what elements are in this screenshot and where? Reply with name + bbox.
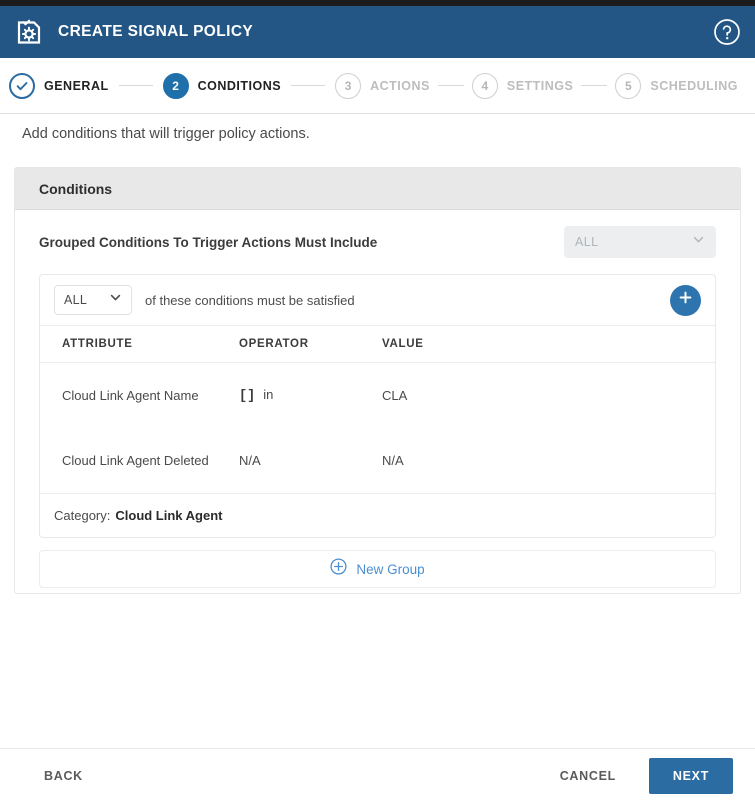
wizard-footer: BACK CANCEL NEXT	[0, 749, 755, 802]
column-header-value: VALUE	[382, 338, 424, 350]
column-header-operator: OPERATOR	[239, 338, 309, 350]
step-settings[interactable]: 4 SETTINGS	[471, 72, 574, 99]
app-header: CREATE SIGNAL POLICY	[0, 6, 755, 58]
chevron-down-icon	[692, 233, 705, 251]
step-actions-bubble: 3	[335, 72, 362, 99]
conditions-card: Conditions Grouped Conditions To Trigger…	[14, 167, 741, 594]
step-settings-bubble: 4	[471, 72, 498, 99]
step-actions[interactable]: 3 ACTIONS	[335, 72, 430, 99]
step-connector	[118, 85, 153, 86]
condition-group: ALL of these conditions must be satisfie…	[39, 274, 716, 538]
column-header-attribute: ATTRIBUTE	[62, 338, 133, 350]
brackets-icon: []	[239, 389, 256, 404]
cell-value: CLA	[382, 388, 408, 403]
instruction-text: Add conditions that will trigger policy …	[22, 126, 310, 142]
step-scheduling-bubble: 5	[615, 72, 642, 99]
cancel-button[interactable]: CANCEL	[560, 769, 616, 783]
step-actions-label: ACTIONS	[370, 78, 430, 93]
back-button[interactable]: BACK	[44, 769, 83, 783]
cell-operator-text: in	[263, 387, 274, 402]
group-match-text: of these conditions must be satisfied	[145, 292, 355, 308]
table-row[interactable]: Cloud Link Agent Deleted N/A N/A	[40, 428, 715, 493]
cell-attribute: Cloud Link Agent Name	[62, 388, 199, 403]
plus-circle-icon	[330, 558, 347, 580]
policy-gear-document-icon	[14, 17, 44, 47]
chevron-down-icon	[109, 291, 122, 309]
step-connector	[581, 85, 608, 86]
step-conditions-label: CONDITIONS	[197, 78, 282, 93]
conditions-table: ATTRIBUTE OPERATOR VALUE Cloud Link Agen…	[40, 325, 715, 493]
add-condition-button[interactable]	[670, 284, 701, 316]
step-general-bubble	[9, 72, 35, 99]
group-match-select-value: ALL	[64, 293, 88, 307]
step-conditions[interactable]: 2 CONDITIONS	[162, 72, 282, 99]
step-connector	[437, 85, 464, 86]
step-general[interactable]: GENERAL	[9, 72, 109, 99]
plus-icon	[678, 290, 693, 310]
group-match-select[interactable]: ALL	[54, 285, 132, 315]
conditions-card-header: Conditions	[15, 168, 740, 210]
step-settings-label: SETTINGS	[506, 78, 574, 93]
cell-value: N/A	[382, 453, 404, 468]
category-label: Category:	[54, 508, 111, 523]
page-title: CREATE SIGNAL POLICY	[58, 23, 254, 40]
conditions-card-body: Grouped Conditions To Trigger Actions Mu…	[15, 210, 740, 588]
cell-operator-text: N/A	[239, 453, 261, 468]
step-scheduling-label: SCHEDULING	[650, 78, 739, 93]
condition-group-header: ALL of these conditions must be satisfie…	[40, 275, 715, 325]
cell-attribute: Cloud Link Agent Deleted	[62, 453, 209, 468]
new-group-button[interactable]: New Group	[39, 550, 716, 588]
grouped-conditions-select: ALL	[564, 226, 716, 258]
help-circle-icon[interactable]	[713, 18, 741, 46]
new-group-label: New Group	[356, 561, 425, 577]
step-connector	[291, 85, 326, 86]
grouped-conditions-select-value: ALL	[575, 235, 599, 249]
step-scheduling[interactable]: 5 SCHEDULING	[615, 72, 739, 99]
next-button[interactable]: NEXT	[649, 757, 733, 794]
step-general-label: GENERAL	[44, 78, 109, 93]
cell-operator: [] in	[239, 387, 382, 404]
category-value: Cloud Link Agent	[115, 508, 223, 523]
grouped-conditions-row: Grouped Conditions To Trigger Actions Mu…	[39, 210, 716, 274]
category-row: Category: Cloud Link Agent	[40, 493, 715, 537]
step-conditions-bubble: 2	[162, 72, 189, 99]
wizard-stepper: GENERAL 2 CONDITIONS 3 ACTIONS 4 SETTING…	[0, 58, 755, 114]
conditions-table-header: ATTRIBUTE OPERATOR VALUE	[40, 325, 715, 363]
grouped-conditions-label: Grouped Conditions To Trigger Actions Mu…	[39, 234, 378, 250]
conditions-card-title: Conditions	[39, 180, 113, 197]
table-row[interactable]: Cloud Link Agent Name [] in CLA	[40, 363, 715, 428]
